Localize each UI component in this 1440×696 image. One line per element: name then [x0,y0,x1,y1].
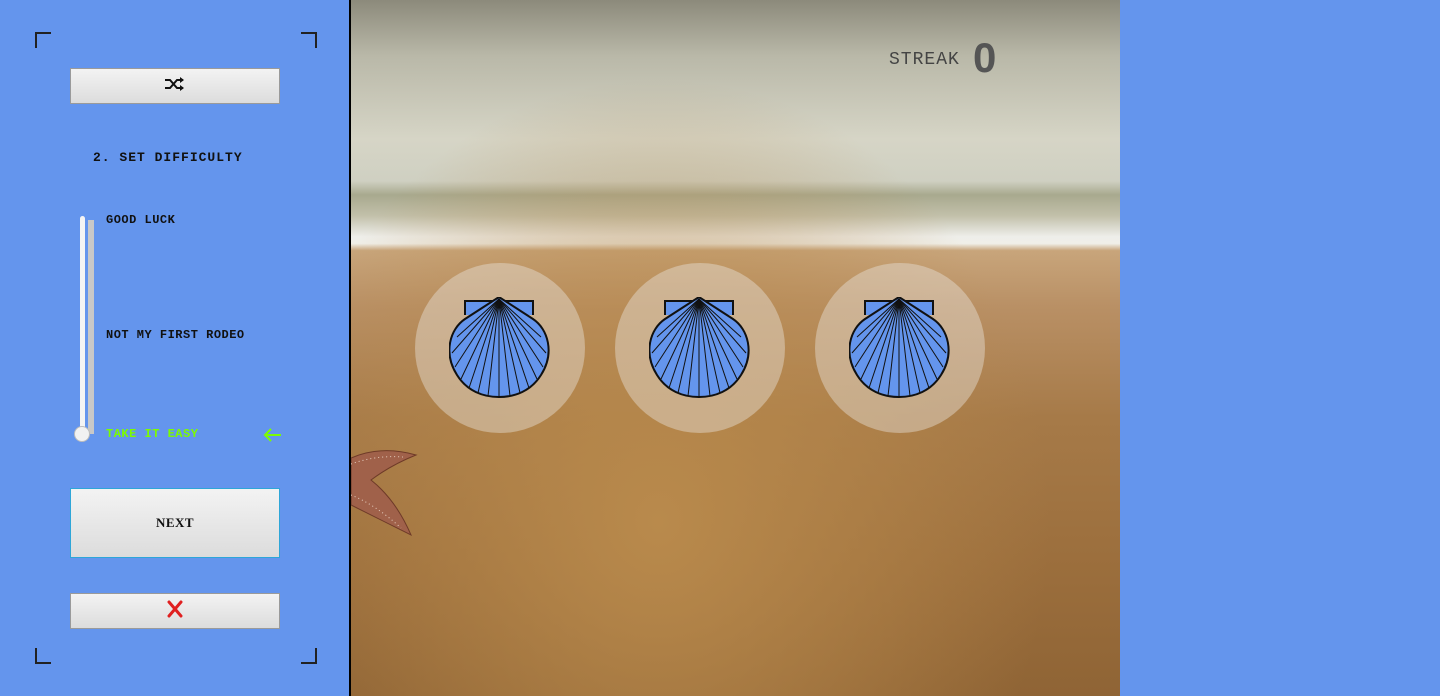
difficulty-slider-rail [88,220,94,434]
scallop-shell-icon [449,297,550,399]
shuffle-icon [164,76,186,97]
shell-cup-2[interactable] [615,263,785,433]
frame-corner-bottom-right [301,648,317,664]
control-sidebar: 2. SET DIFFICULTY GOOD LUCK NOT MY FIRST… [0,0,351,696]
shell-cup-1[interactable] [415,263,585,433]
shell-cup-3[interactable] [815,263,985,433]
next-button[interactable]: NEXT [70,488,280,558]
difficulty-option-good-luck[interactable]: GOOD LUCK [106,213,175,227]
frame-corner-bottom-left [35,648,51,664]
frame-corner-top-right [301,32,317,48]
step-title: 2. SET DIFFICULTY [93,150,243,165]
game-board: STREAK 0 [351,0,1120,696]
scallop-shell-icon [649,297,750,399]
difficulty-option-not-my-first-rodeo[interactable]: NOT MY FIRST RODEO [106,328,245,342]
difficulty-slider-track[interactable] [80,216,85,434]
close-x-icon [166,600,184,623]
shuffle-button[interactable] [70,68,280,104]
starfish-decoration [351,440,421,555]
scallop-shell-icon [849,297,950,399]
close-button[interactable] [70,593,280,629]
frame-corner-top-left [35,32,51,48]
difficulty-option-take-it-easy[interactable]: TAKE IT EASY [106,427,198,441]
streak-value: 0 [973,34,997,81]
selected-arrow-icon [262,426,282,449]
streak-label: STREAK [889,50,960,70]
difficulty-slider-thumb[interactable] [74,426,90,442]
